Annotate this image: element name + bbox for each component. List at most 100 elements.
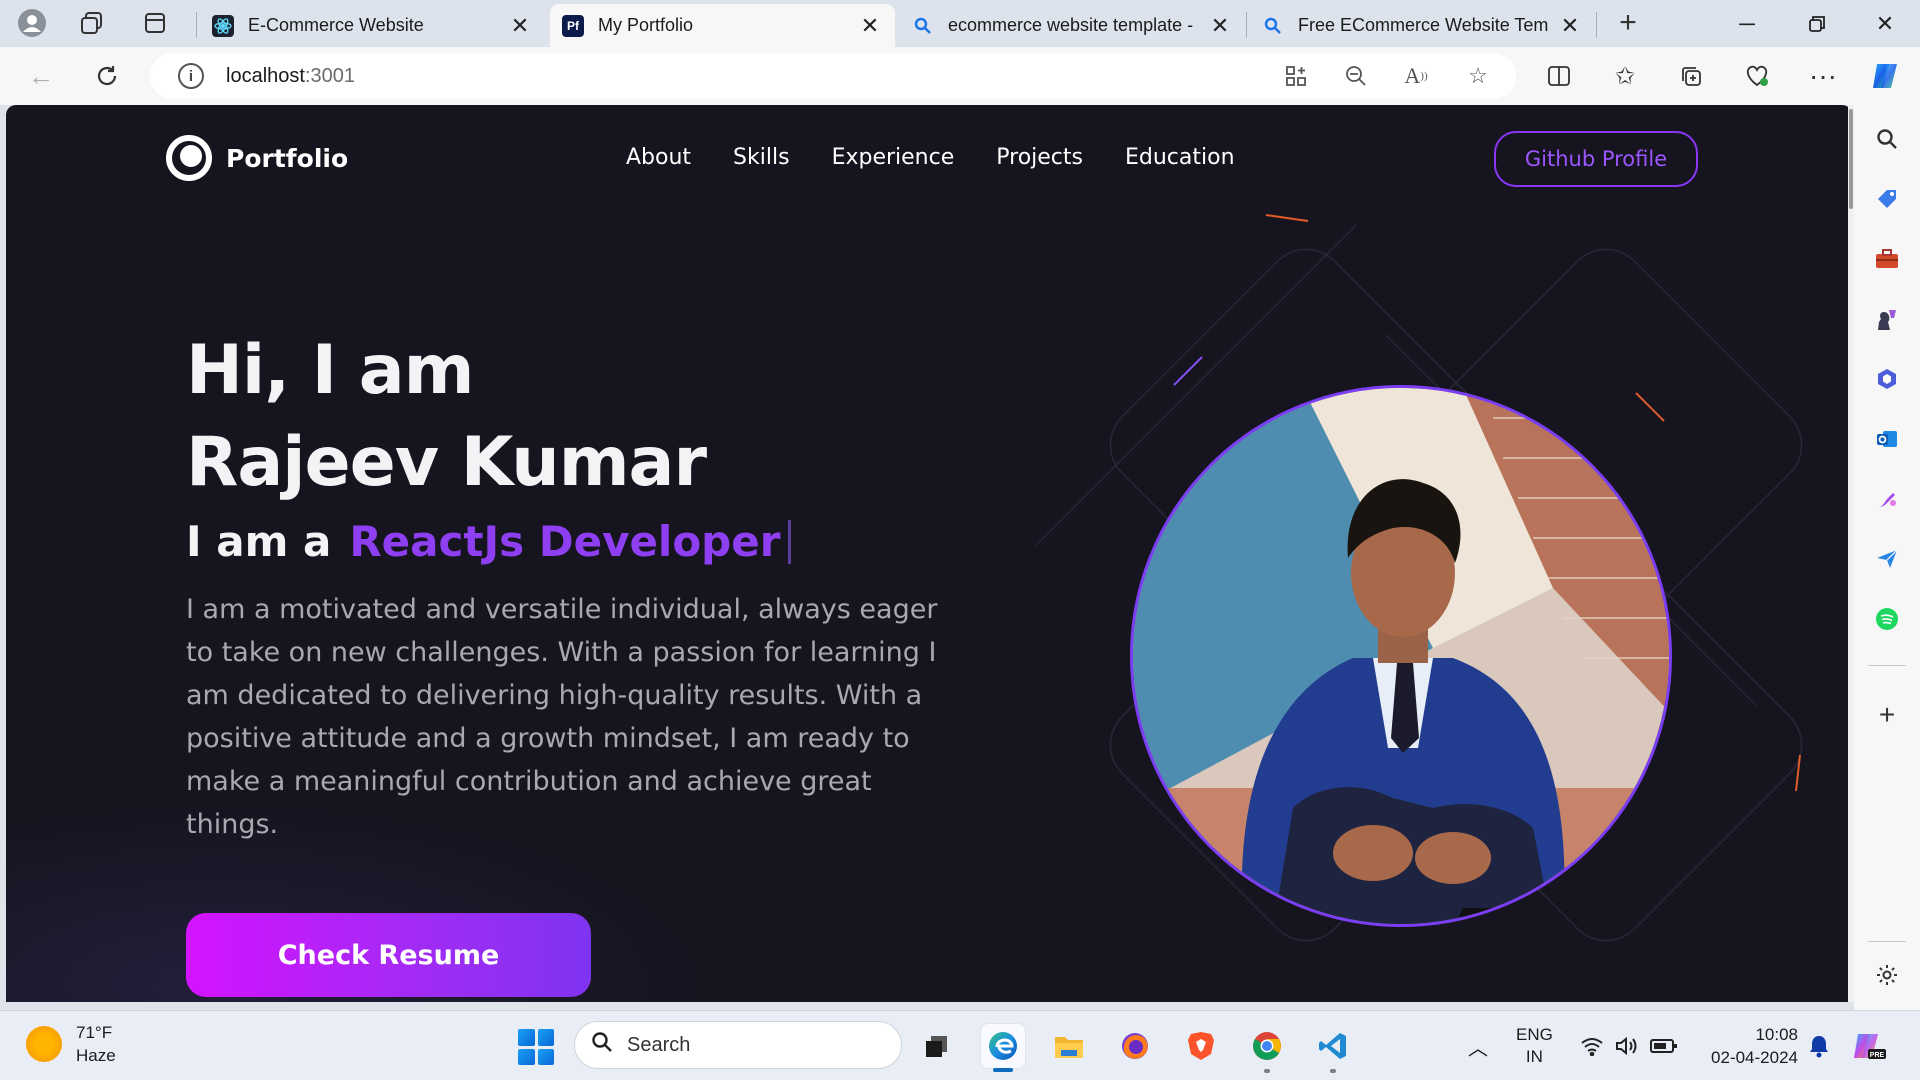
- drop-send-icon[interactable]: [1869, 541, 1905, 577]
- clock[interactable]: 10:08 02-04-2024: [1700, 1011, 1798, 1080]
- portfolio-favicon: Pf: [562, 14, 584, 37]
- url-port: :3001: [304, 64, 355, 87]
- file-explorer-icon[interactable]: [1046, 1023, 1092, 1069]
- edge-taskbar-icon[interactable]: [980, 1023, 1026, 1072]
- split-screen-icon[interactable]: [1538, 55, 1580, 97]
- notifications-bell-icon[interactable]: [1808, 1011, 1830, 1080]
- nav-link-skills[interactable]: Skills: [733, 145, 790, 170]
- tab-free-ecommerce-search[interactable]: Free ECommerce Website Temp ✕: [1250, 4, 1595, 47]
- shopping-tag-icon[interactable]: [1869, 181, 1905, 217]
- close-tab-icon[interactable]: ✕: [857, 13, 883, 39]
- close-tab-icon[interactable]: ✕: [1557, 13, 1583, 39]
- url-text: localhost:3001: [226, 65, 355, 88]
- tab-title: My Portfolio: [598, 15, 694, 35]
- new-tab-icon[interactable]: +: [1608, 3, 1648, 43]
- close-tab-icon[interactable]: ✕: [1207, 13, 1233, 39]
- site-info-icon[interactable]: i: [178, 63, 204, 89]
- tab-ecommerce[interactable]: E-Commerce Website ✕: [200, 4, 545, 47]
- nav-link-education[interactable]: Education: [1125, 145, 1235, 170]
- microsoft-365-icon[interactable]: [1869, 361, 1905, 397]
- language-indicator[interactable]: ENG IN: [1516, 1011, 1553, 1080]
- tab-my-portfolio[interactable]: Pf My Portfolio ✕: [550, 4, 895, 47]
- favorites-icon[interactable]: ✩: [1604, 55, 1646, 97]
- more-options-icon[interactable]: ···: [1802, 55, 1844, 97]
- running-indicator: [1264, 1069, 1270, 1073]
- back-icon[interactable]: ←: [20, 55, 62, 97]
- spotify-icon[interactable]: [1869, 601, 1905, 637]
- app-available-icon[interactable]: [1280, 61, 1312, 91]
- edge-sidebar: +: [1854, 105, 1920, 1010]
- github-profile-button[interactable]: Github Profile: [1494, 131, 1698, 187]
- volume-icon[interactable]: [1614, 1011, 1640, 1080]
- copilot-preview-icon[interactable]: PRE: [1852, 1011, 1886, 1080]
- nav-link-experience[interactable]: Experience: [832, 145, 955, 170]
- tab-separator: [196, 12, 197, 38]
- url-field[interactable]: i localhost:3001 A)) ☆: [150, 53, 1516, 99]
- workspaces-icon[interactable]: [72, 3, 112, 43]
- windows-taskbar: 71°F Haze Search ︿ ENG IN 10:08 02-04-20…: [0, 1010, 1920, 1080]
- nav-link-about[interactable]: About: [626, 145, 691, 170]
- weather-description: Haze: [76, 1046, 116, 1065]
- outlook-icon[interactable]: [1869, 421, 1905, 457]
- close-tab-icon[interactable]: ✕: [507, 13, 533, 39]
- chrome-icon[interactable]: [1244, 1023, 1290, 1073]
- search-placeholder: Search: [627, 1033, 691, 1056]
- designer-icon[interactable]: [1869, 481, 1905, 517]
- start-button[interactable]: [518, 1029, 554, 1065]
- tab-ecommerce-template-search[interactable]: ecommerce website template - ✕: [900, 4, 1245, 47]
- site-nav-menu: About Skills Experience Projects Educati…: [626, 145, 1277, 170]
- url-host: localhost: [226, 64, 305, 87]
- search-icon: [591, 1031, 613, 1059]
- firefox-icon[interactable]: [1112, 1023, 1158, 1069]
- read-aloud-icon[interactable]: A)): [1400, 61, 1432, 91]
- vscode-icon[interactable]: [1310, 1023, 1356, 1073]
- greeting-line-1: Hi, I am: [186, 331, 474, 410]
- weather-text: 71°F Haze: [76, 1021, 116, 1067]
- typing-caret: [788, 519, 792, 564]
- games-icon[interactable]: [1869, 301, 1905, 337]
- restore-icon[interactable]: [1782, 0, 1852, 47]
- check-resume-button[interactable]: Check Resume: [186, 913, 591, 997]
- zoom-out-icon[interactable]: [1340, 61, 1372, 91]
- brave-icon[interactable]: [1178, 1023, 1224, 1069]
- nav-link-projects[interactable]: Projects: [996, 145, 1083, 170]
- add-sidebar-app-icon[interactable]: +: [1869, 697, 1905, 733]
- language-code: ENG: [1516, 1025, 1553, 1044]
- profile-icon[interactable]: [12, 3, 52, 43]
- tab-separator: [1246, 12, 1247, 38]
- address-bar-row: ← i localhost:3001 A)) ☆ ✩ ···: [0, 47, 1920, 105]
- minimize-icon[interactable]: ─: [1712, 0, 1782, 47]
- site-logo[interactable]: Portfolio: [166, 135, 348, 181]
- running-indicator: [1330, 1069, 1336, 1073]
- logo-mark-icon: [166, 135, 212, 181]
- collections-icon[interactable]: [1670, 55, 1712, 97]
- scrollbar-thumb[interactable]: [1849, 109, 1853, 209]
- browser-essentials-icon[interactable]: [1736, 55, 1778, 97]
- tab-title: E-Commerce Website: [248, 15, 424, 35]
- favorite-star-icon[interactable]: ☆: [1462, 61, 1494, 91]
- weather-temperature: 71°F: [76, 1023, 113, 1042]
- profile-photo: [1130, 385, 1672, 927]
- react-icon: [212, 14, 234, 37]
- tools-icon[interactable]: [1869, 241, 1905, 277]
- sidebar-settings-icon[interactable]: [1869, 957, 1905, 993]
- clock-date: 02-04-2024: [1711, 1048, 1798, 1067]
- copilot-icon[interactable]: [1864, 55, 1906, 97]
- tab-title: ecommerce website template -: [948, 15, 1194, 35]
- page-viewport: Portfolio About Skills Experience Projec…: [6, 105, 1852, 1002]
- taskbar-search-box[interactable]: Search: [574, 1021, 902, 1069]
- tab-title: Free ECommerce Website Temp: [1298, 15, 1549, 35]
- weather-widget[interactable]: 71°F Haze: [26, 1021, 116, 1067]
- profile-photo-image: [1133, 388, 1669, 924]
- task-view-icon[interactable]: [914, 1023, 960, 1069]
- battery-icon[interactable]: [1650, 1011, 1678, 1080]
- refresh-icon[interactable]: [86, 55, 128, 97]
- tab-actions-icon[interactable]: [135, 3, 175, 43]
- sidebar-separator: [1868, 665, 1906, 666]
- logo-text: Portfolio: [226, 143, 349, 173]
- close-window-icon[interactable]: ✕: [1850, 0, 1920, 47]
- search-icon[interactable]: [1869, 121, 1905, 157]
- search-icon: [1262, 15, 1284, 37]
- wifi-icon[interactable]: [1580, 1011, 1604, 1080]
- show-hidden-icons-chevron-icon[interactable]: ︿: [1468, 1011, 1488, 1080]
